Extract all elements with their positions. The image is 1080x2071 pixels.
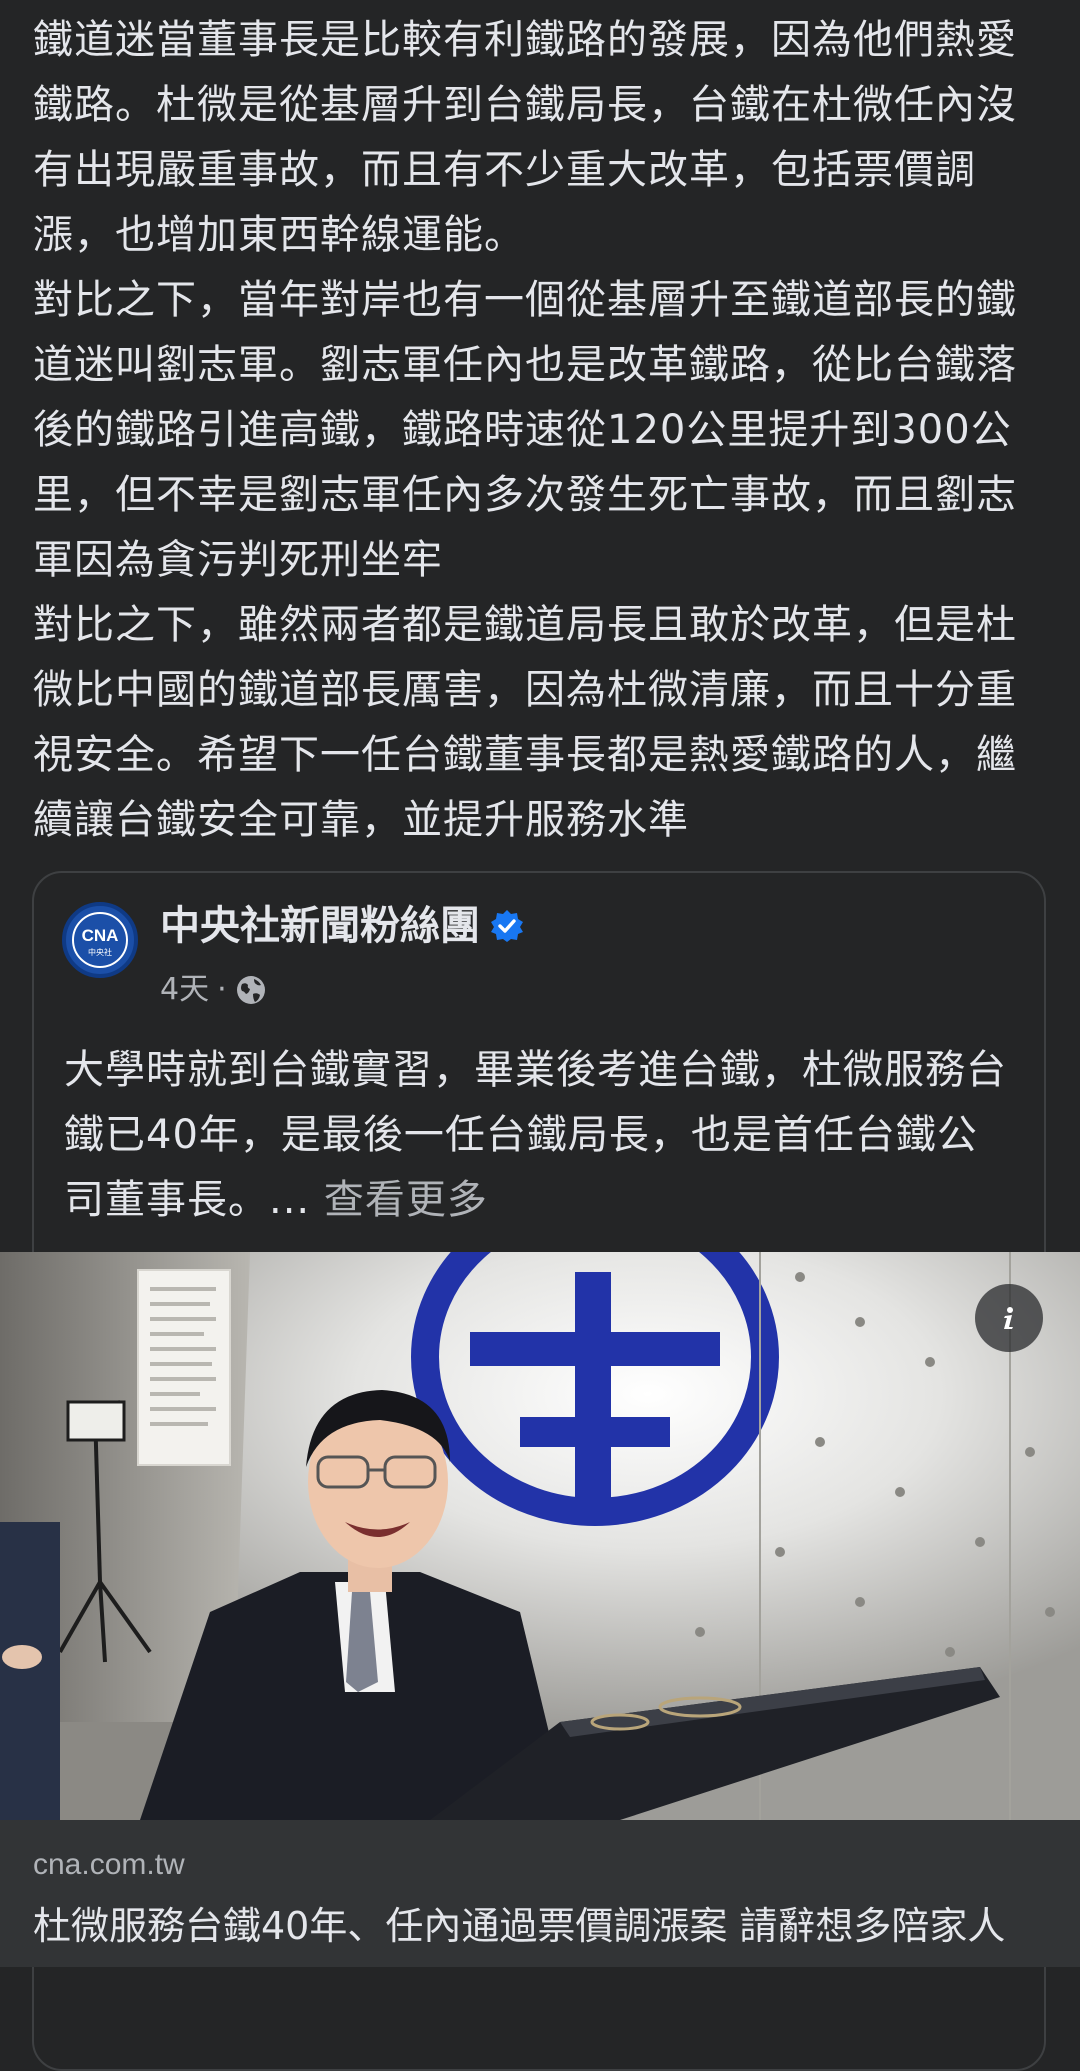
post-paragraph-2: 對比之下，當年對岸也有一個從基層升至鐵道部長的鐵道迷叫劉志軍。劉志軍任內也是改革…	[33, 277, 1017, 583]
post-time[interactable]: 4天	[160, 970, 209, 1010]
post-meta-row: 4天 ·	[160, 970, 267, 1010]
link-preview-image[interactable]	[0, 1252, 1080, 1820]
post-paragraph-3: 對比之下，雖然兩者都是鐵道局長且敢於改革，但是杜微比中國的鐵道部長厲害，因為杜微…	[33, 602, 1017, 843]
page-name-row[interactable]: 中央社新聞粉絲團	[160, 898, 524, 954]
avatar-logo-text: CNA	[82, 926, 119, 945]
post-body: 鐵道迷當董事長是比較有利鐵路的發展，因為他們熱愛鐵路。杜微是從基層升到台鐵局長，…	[33, 8, 1053, 853]
page-avatar[interactable]: CNA 中央社	[62, 902, 138, 978]
cna-logo-icon: CNA 中央社	[72, 912, 128, 968]
info-button[interactable]	[975, 1284, 1043, 1352]
avatar-logo-subtext: 中央社	[88, 947, 112, 957]
info-icon	[1004, 1307, 1013, 1329]
page-name[interactable]: 中央社新聞粉絲團	[160, 898, 480, 954]
globe-icon	[236, 976, 265, 1004]
meta-separator: ·	[217, 972, 227, 1007]
post-paragraph-1: 鐵道迷當董事長是比較有利鐵路的發展，因為他們熱愛鐵路。杜微是從基層升到台鐵局長，…	[33, 17, 1017, 258]
news-photo	[0, 1252, 1080, 1820]
see-more-link[interactable]: 查看更多	[324, 1177, 488, 1223]
shared-post-text: 大學時就到台鐵實習，畢業後考進台鐵，杜微服務台鐵已40年，是最後一任台鐵局長，也…	[64, 1038, 1014, 1233]
link-title[interactable]: 杜微服務台鐵40年、任內通過票價調漲案 請辭想多陪家人	[33, 1898, 1073, 1954]
shared-post-body: 大學時就到台鐵實習，畢業後考進台鐵，杜微服務台鐵已40年，是最後一任台鐵局長，也…	[64, 1047, 1007, 1223]
link-domain[interactable]: cna.com.tw	[33, 1845, 185, 1885]
shared-post-ellipsis: ...	[269, 1177, 311, 1223]
verified-badge-icon	[491, 910, 523, 942]
